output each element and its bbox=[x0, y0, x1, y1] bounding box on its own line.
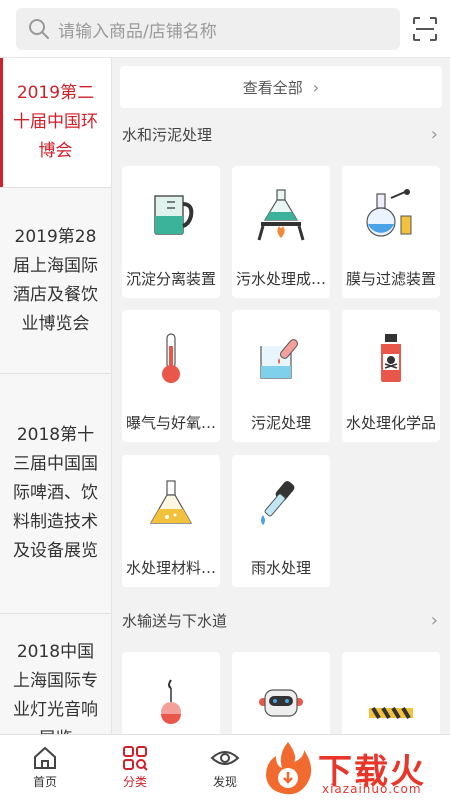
sidebar-item-label: 2019第28届上海国际酒店及餐饮业博览会 bbox=[13, 226, 98, 334]
category-label: 污水处理成… bbox=[235, 270, 326, 288]
tab-category-label: 分类 bbox=[122, 775, 147, 789]
category-card[interactable]: 污泥处理 bbox=[232, 310, 330, 442]
category-card[interactable] bbox=[232, 652, 330, 734]
category-card[interactable] bbox=[342, 652, 440, 734]
round-flask-icon bbox=[342, 166, 440, 262]
category-card[interactable]: 水处理材料… bbox=[122, 455, 220, 587]
sidebar-item-2019-huanbohui[interactable]: 2019第二十届中国环博会 bbox=[0, 58, 111, 188]
beaker-icon bbox=[122, 166, 220, 262]
category-label: 雨水处理 bbox=[250, 559, 311, 577]
sidebar-item-label: 2018第十三届中国国际啤酒、饮料制造技术及设备展览 bbox=[13, 425, 98, 561]
view-all-label: 查看全部 bbox=[242, 78, 303, 97]
scan-icon[interactable] bbox=[412, 16, 438, 42]
category-card[interactable]: 曝气与好氧… bbox=[122, 310, 220, 442]
test-tube-pour-icon bbox=[232, 310, 330, 406]
category-label: 水处理化学品 bbox=[345, 414, 436, 432]
tab-discover-label: 发现 bbox=[212, 775, 237, 789]
chevron-right-icon: › bbox=[312, 77, 320, 97]
watermark-logo: 下载火 xiazaihuo.com bbox=[258, 738, 448, 798]
eye-icon bbox=[210, 751, 240, 765]
category-card[interactable]: 水处理化学品 bbox=[342, 310, 440, 442]
category-label: 污泥处理 bbox=[250, 414, 311, 432]
category-card[interactable]: 雨水处理 bbox=[232, 455, 330, 587]
sidebar-item-2018-beer-expo[interactable]: 2018第十三届中国国际啤酒、饮料制造技术及设备展览 bbox=[0, 374, 111, 614]
sidebar-item-label: 2019第二十届中国环博会 bbox=[13, 83, 98, 161]
barrier-icon bbox=[342, 652, 440, 734]
sidebar-item-2019-hotel-expo[interactable]: 2019第28届上海国际酒店及餐饮业博览会 bbox=[0, 188, 111, 374]
category-label: 水处理材料… bbox=[125, 559, 216, 577]
category-card[interactable]: 膜与过滤装置 bbox=[342, 166, 440, 298]
conical-flask-icon bbox=[122, 455, 220, 551]
section-title: 水输送与下水道 bbox=[122, 612, 228, 630]
watermark-sub: xiazaihuo.com bbox=[322, 782, 422, 796]
category-card[interactable]: 污水处理成… bbox=[232, 166, 330, 298]
sidebar-item-2018-lighting-expo[interactable]: 2018中国上海国际专业灯光音响展览 bbox=[0, 614, 111, 734]
search-icon bbox=[29, 19, 49, 39]
search-input[interactable]: 请输入商品/店铺名称 bbox=[16, 8, 400, 50]
flask-burner-icon bbox=[232, 166, 330, 262]
search-placeholder: 请输入商品/店铺名称 bbox=[58, 21, 217, 42]
sidebar-item-label: 2018中国上海国际专业灯光音响展览 bbox=[13, 642, 98, 734]
category-label: 曝气与好氧… bbox=[125, 414, 216, 432]
tab-discover[interactable]: 发现 bbox=[190, 743, 260, 790]
flame-icon bbox=[266, 742, 312, 795]
robot-icon bbox=[232, 652, 330, 734]
chemical-bottle-icon bbox=[342, 310, 440, 406]
category-card[interactable] bbox=[122, 652, 220, 734]
section-title: 水和污泥处理 bbox=[122, 126, 213, 144]
chevron-right-icon[interactable]: › bbox=[431, 124, 438, 145]
category-label: 沉淀分离装置 bbox=[125, 270, 216, 288]
view-all-button[interactable]: 查看全部 › bbox=[120, 66, 442, 108]
tab-home-label: 首页 bbox=[32, 775, 57, 789]
category-card[interactable]: 沉淀分离装置 bbox=[122, 166, 220, 298]
tab-home[interactable]: 首页 bbox=[10, 743, 80, 790]
chevron-right-icon[interactable]: › bbox=[431, 610, 438, 631]
thermometer-icon bbox=[122, 310, 220, 406]
category-content: 查看全部 › 水和污泥处理 › 沉淀分离装置 污水处理成… 膜与过滤装置 曝气与… bbox=[112, 58, 450, 734]
home-icon bbox=[34, 746, 56, 769]
top-bar: 请输入商品/店铺名称 bbox=[0, 0, 450, 58]
pendulum-icon bbox=[122, 652, 220, 734]
category-search-icon bbox=[123, 746, 148, 771]
tab-category[interactable]: 分类 bbox=[100, 743, 170, 790]
category-sidebar: 2019第二十届中国环博会 2019第28届上海国际酒店及餐饮业博览会 2018… bbox=[0, 58, 112, 734]
category-label: 膜与过滤装置 bbox=[345, 270, 436, 288]
dropper-icon bbox=[232, 455, 330, 551]
